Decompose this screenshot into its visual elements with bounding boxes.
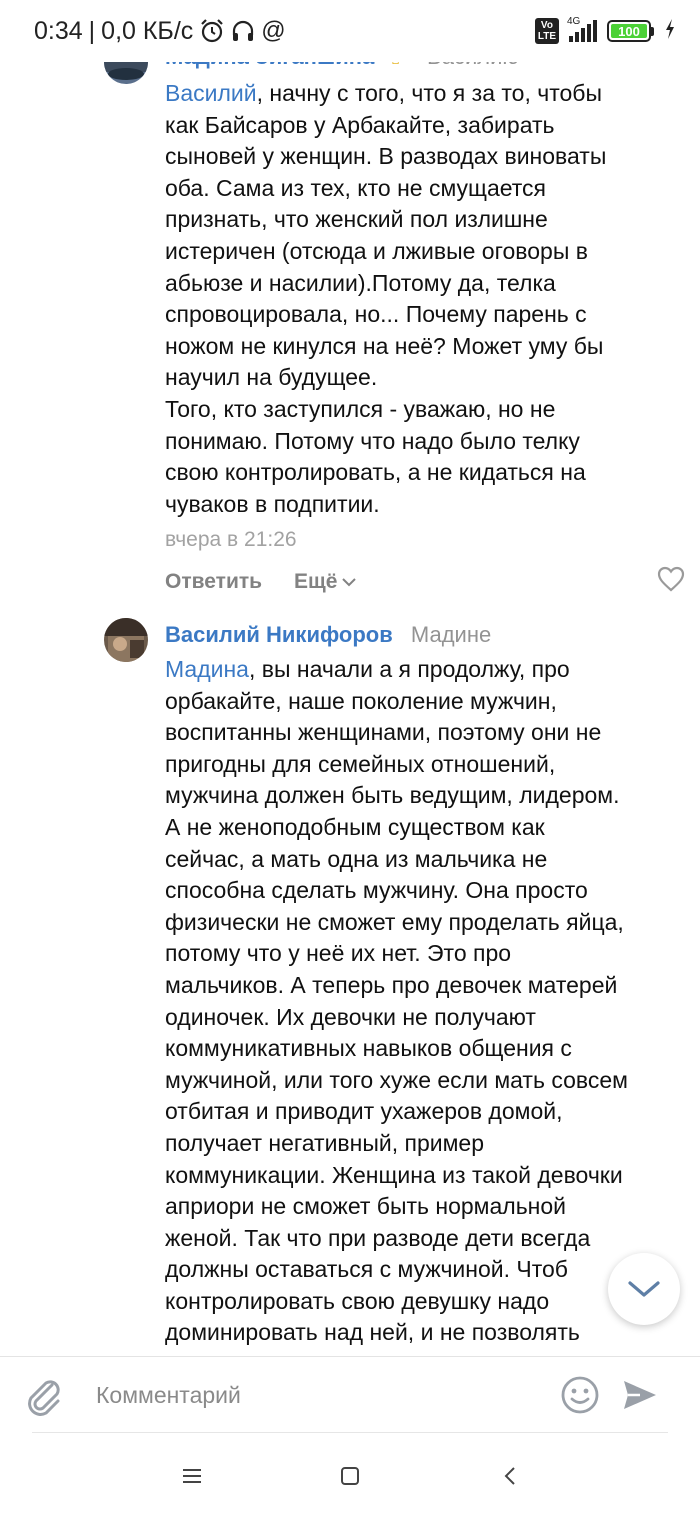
- mention-link[interactable]: Мадина: [165, 656, 249, 682]
- mention-link[interactable]: Василий: [165, 80, 257, 106]
- comment-line: пригодны для семейных отношений,: [165, 750, 556, 777]
- comment-line: сыновей у женщин. В разводах виноваты: [165, 143, 607, 170]
- volte-icon: Vo LTE: [534, 18, 559, 44]
- status-right: Vo LTE 4G 100: [534, 16, 676, 45]
- clock: 0:34: [34, 16, 83, 45]
- comment-line: абьюзе и насилии).Потому да, телка: [165, 269, 556, 296]
- back-button[interactable]: [490, 1462, 530, 1490]
- comment-line: мальчиков. А теперь про девочек матерей: [165, 971, 618, 998]
- more-button[interactable]: Ещё: [294, 570, 357, 594]
- scroll-down-button[interactable]: [608, 1253, 680, 1325]
- comment-actions: Ответить Ещё: [165, 566, 685, 598]
- comment-line: , начну с того, что я за то, чтобы: [256, 80, 602, 106]
- author-name[interactable]: Василий Никифоров: [165, 622, 393, 647]
- home-button[interactable]: [330, 1462, 370, 1490]
- comment-line: должны оставаться с мужчиной. Чтоб: [165, 1256, 568, 1283]
- comment-line: чуваков в подпитии.: [165, 490, 380, 517]
- reply-button[interactable]: Ответить: [165, 570, 262, 594]
- paperclip-icon: [28, 1380, 60, 1416]
- comment-composer: [0, 1356, 700, 1434]
- comment-line: свою контролировать, а не кидаться на: [165, 459, 586, 486]
- comment-line: контролировать свою девушку надо: [165, 1287, 550, 1314]
- comment-line: оба. Сама из тех, кто не смущается: [165, 174, 546, 201]
- chevron-down-icon: [628, 1281, 660, 1297]
- back-icon: [504, 1467, 515, 1485]
- comment-line: , вы начали а я продолжу, про: [248, 656, 570, 682]
- like-button[interactable]: [657, 566, 685, 598]
- comment-line: спровоцировала, но... Почему парень с: [165, 301, 587, 328]
- comment-header: Василий Никифоров Мадине: [165, 622, 491, 648]
- comment-line: сейчас, а мать одна из мальчика не: [165, 845, 548, 872]
- comment-line: одиночек. Их девочки не получают: [165, 1003, 536, 1030]
- comment-line: физически не сможет ему проделать яйца,: [165, 908, 624, 935]
- comment-line: ножом не кинулся на неё? Может уму бы: [165, 332, 604, 359]
- comment-line: воспитанны женщинами, поэтому они не: [165, 719, 602, 746]
- send-icon: [624, 1381, 656, 1409]
- battery-indicator: 100: [607, 20, 654, 42]
- comment-line: мужчиной, или того хуже если мать совсем: [165, 1066, 628, 1093]
- comment-text: Василий, начну с того, что я за то, чтоб…: [165, 78, 685, 520]
- at-icon: @: [261, 17, 286, 44]
- battery-fill: 100: [611, 24, 647, 39]
- network-type: 4G: [567, 16, 581, 27]
- comment-line: орбакайте, наше поколение мужчин,: [165, 687, 557, 714]
- system-nav-bar: [0, 1434, 700, 1517]
- comment-line: потому что у неё их нет. Это про: [165, 940, 512, 967]
- comment-line: женой. Так что при разводе дети всегда: [165, 1224, 591, 1251]
- comment-line: истеричен (отсюда и лживые оговоры в: [165, 237, 588, 264]
- comment-timestamp: вчера в 21:26: [165, 528, 297, 551]
- status-left: 0:34 | 0,0 КБ/с @: [34, 17, 286, 46]
- comment-line: доминировать над ней, и не позволять: [165, 1319, 580, 1346]
- status-bar: 0:34 | 0,0 КБ/с @ Vo LTE 4G 100: [0, 0, 700, 62]
- comment-line: мужчина должен быть ведущим, лидером.: [165, 782, 620, 809]
- comments-feed[interactable]: Мадина Зиганшина ✌ Василию Василий, начн…: [0, 0, 700, 1356]
- smiley-icon: [561, 1376, 599, 1414]
- charging-icon: [664, 18, 676, 45]
- comment-line: А не женоподобным существом как: [165, 813, 545, 840]
- signal-icon: 4G: [567, 16, 597, 42]
- comment-text: Мадина, вы начали а я продолжу, про орба…: [165, 654, 685, 1349]
- comment-line: коммуникативных навыков общения с: [165, 1035, 572, 1062]
- network-speed: 0,0 КБ/с: [101, 16, 194, 45]
- menu-button[interactable]: [172, 1462, 212, 1490]
- comment-line: как Байсаров у Арбакайте, забирать: [165, 111, 555, 138]
- square-icon: [341, 1467, 359, 1485]
- comment-line: понимаю. Потому что надо было телку: [165, 427, 580, 454]
- more-label: Ещё: [294, 570, 338, 593]
- comment-line: способна сделать мужчину. Она просто: [165, 877, 588, 904]
- alarm-icon: [199, 18, 225, 44]
- avatar[interactable]: [104, 618, 148, 662]
- menu-icon: [183, 1469, 201, 1483]
- send-button[interactable]: [620, 1375, 660, 1420]
- chevron-down-icon: [342, 578, 357, 587]
- headphones-icon: [231, 19, 255, 43]
- comment-line: Того, кто заступился - уважаю, но не: [165, 395, 556, 422]
- comment-input[interactable]: [96, 1375, 536, 1415]
- comment-line: получает негативный, пример: [165, 1129, 485, 1156]
- comment-line: научил на будущее.: [165, 364, 378, 391]
- reply-to-label[interactable]: Мадине: [411, 622, 491, 647]
- comment-line: априори не сможет быть нормальной: [165, 1193, 567, 1220]
- comment-line: признать, что женский пол излишне: [165, 206, 548, 233]
- comment-line: коммуникации. Женщина из такой девочки: [165, 1161, 623, 1188]
- attach-button[interactable]: [24, 1375, 64, 1422]
- heart-icon: [657, 566, 685, 592]
- divider: [32, 1432, 668, 1433]
- comment-line: отбитая и приводит ухажеров домой,: [165, 1098, 563, 1125]
- emoji-button[interactable]: [560, 1375, 600, 1420]
- separator: |: [88, 16, 96, 45]
